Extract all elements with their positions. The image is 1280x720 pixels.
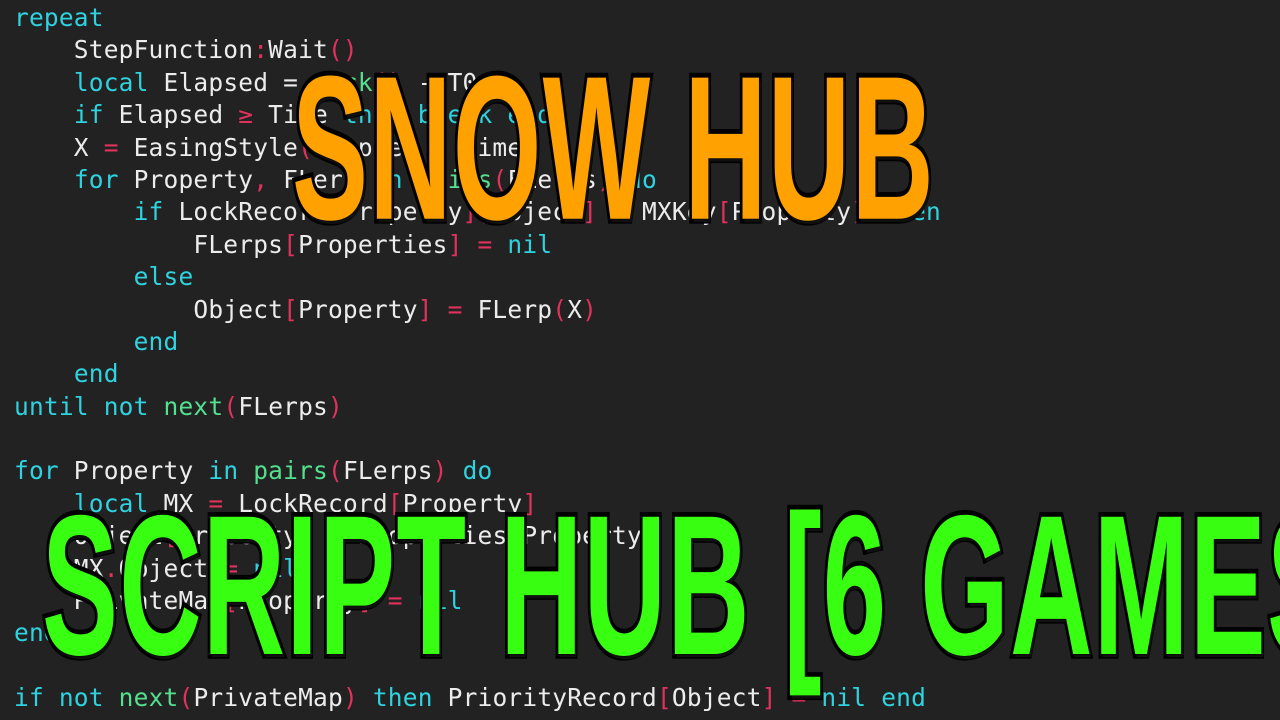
code-function: next bbox=[163, 391, 224, 421]
code-keyword: else bbox=[133, 262, 194, 292]
code-keyword: local bbox=[73, 67, 149, 97]
code-line: else bbox=[14, 261, 941, 293]
code-keyword: if bbox=[14, 683, 44, 713]
code-text: Property bbox=[118, 164, 254, 194]
code-text: Elapsed = bbox=[148, 67, 314, 97]
code-punctuation: ( bbox=[223, 391, 239, 421]
title-script-hub: SCRIPT HUB [6 GAMES] bbox=[39, 474, 1280, 698]
code-text: FLerps bbox=[14, 229, 284, 259]
code-keyword: repeat bbox=[14, 3, 104, 32]
code-text: X bbox=[14, 132, 104, 162]
code-punctuation: = bbox=[447, 294, 463, 324]
code-punctuation: = bbox=[103, 132, 119, 162]
code-punctuation: : bbox=[253, 35, 269, 65]
code-text: Elapsed bbox=[103, 100, 239, 130]
code-text: EasingStyle bbox=[118, 132, 299, 162]
code-keyword: if bbox=[133, 197, 164, 227]
code-keyword: until bbox=[14, 391, 89, 421]
code-text: X bbox=[567, 294, 583, 324]
code-keyword: end bbox=[133, 326, 179, 356]
code-punctuation: [ bbox=[283, 294, 299, 324]
title-snow-hub: SNOW HUB bbox=[289, 34, 936, 264]
code-text: FLerps bbox=[238, 391, 328, 421]
code-text: Object bbox=[14, 294, 284, 324]
code-line: Object[Property] = FLerp(X) bbox=[14, 294, 941, 326]
code-punctuation: ) bbox=[328, 391, 343, 421]
code-punctuation: ) bbox=[582, 294, 598, 324]
code-punctuation: , bbox=[253, 164, 269, 194]
code-line: end bbox=[14, 358, 941, 390]
code-punctuation: ] bbox=[417, 294, 433, 324]
code-line: end bbox=[14, 326, 941, 358]
code-text: FLerp bbox=[462, 294, 553, 324]
code-keyword: not bbox=[103, 391, 149, 421]
code-punctuation: ( bbox=[552, 294, 568, 324]
code-keyword: if bbox=[73, 100, 104, 130]
code-text: StepFunction bbox=[14, 35, 254, 65]
code-line: until not next(FLerps) bbox=[14, 391, 941, 423]
code-line: repeat bbox=[14, 2, 941, 34]
code-keyword: end bbox=[73, 359, 119, 389]
code-text: Property bbox=[298, 294, 418, 324]
code-keyword: for bbox=[73, 164, 119, 194]
code-punctuation: ≥ bbox=[238, 100, 254, 130]
